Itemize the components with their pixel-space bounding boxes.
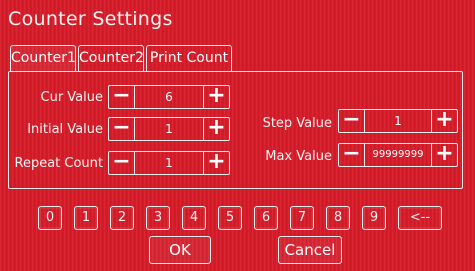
repeat-count-label: Repeat Count [14,156,104,171]
backspace-key[interactable]: <-- [398,206,442,230]
keypad-key-6[interactable]: 6 [254,206,278,230]
cur-value-stepper: − 6 + [108,85,230,109]
keypad-key-1[interactable]: 1 [74,206,98,230]
max-value-increment-button[interactable]: + [431,143,457,166]
tab-counter1[interactable]: Counter1 [10,45,76,71]
initial-value-decrement-button[interactable]: − [109,117,135,140]
repeat-count-field[interactable]: 1 [135,152,203,174]
page-title: Counter Settings [8,8,173,30]
cur-value-decrement-button[interactable]: − [109,85,135,108]
keypad-key-5[interactable]: 5 [218,206,242,230]
max-value-field[interactable]: 99999999 [365,144,431,166]
tab-counter2[interactable]: Counter2 [78,45,144,71]
keypad-key-2[interactable]: 2 [110,206,134,230]
repeat-count-increment-button[interactable]: + [203,151,229,174]
max-value-label: Max Value [265,149,332,164]
ok-button[interactable]: OK [149,236,211,264]
step-value-label: Step Value [262,116,332,131]
repeat-count-decrement-button[interactable]: − [109,151,135,174]
initial-value-label: Initial Value [27,122,103,137]
step-value-decrement-button[interactable]: − [339,109,365,132]
step-value-field[interactable]: 1 [365,110,431,132]
cur-value-increment-button[interactable]: + [203,85,229,108]
tab-print-count[interactable]: Print Count [146,45,232,71]
max-value-decrement-button[interactable]: − [339,143,365,166]
initial-value-increment-button[interactable]: + [203,117,229,140]
keypad-key-7[interactable]: 7 [290,206,314,230]
cur-value-label: Cur Value [40,90,104,105]
max-value-stepper: − 99999999 + [338,143,458,167]
keypad-key-8[interactable]: 8 [326,206,350,230]
keypad-key-4[interactable]: 4 [182,206,206,230]
repeat-count-stepper: − 1 + [108,151,230,175]
keypad-key-3[interactable]: 3 [146,206,170,230]
step-value-increment-button[interactable]: + [431,109,457,132]
keypad-key-9[interactable]: 9 [362,206,386,230]
cur-value-field[interactable]: 6 [135,86,203,108]
step-value-stepper: − 1 + [338,109,458,133]
initial-value-stepper: − 1 + [108,117,230,141]
cancel-button[interactable]: Cancel [278,236,342,264]
initial-value-field[interactable]: 1 [135,118,203,140]
keypad-key-0[interactable]: 0 [38,206,62,230]
